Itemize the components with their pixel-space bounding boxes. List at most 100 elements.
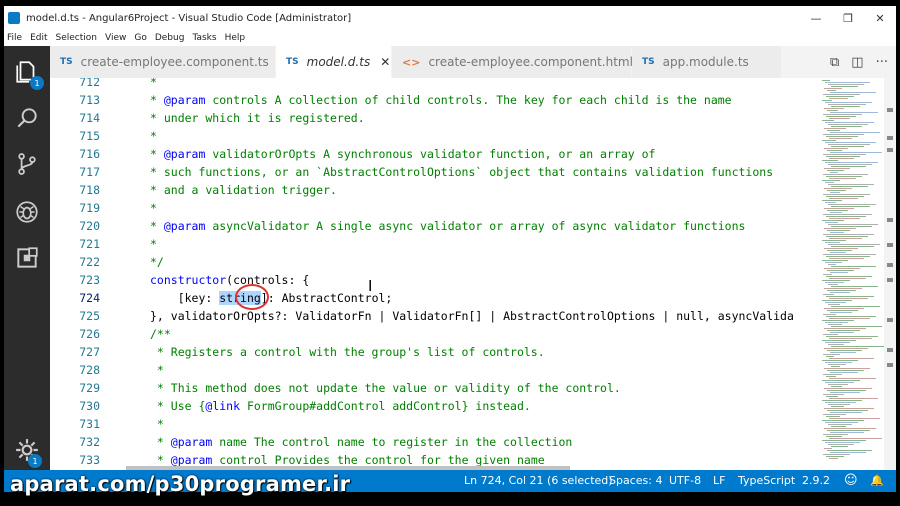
- code-line[interactable]: * and a validation trigger.: [150, 181, 337, 199]
- line-number: 730: [79, 399, 100, 413]
- minimap-line: [823, 194, 870, 195]
- minimap-line: [825, 362, 852, 363]
- extensions-button[interactable]: [4, 236, 50, 280]
- line-number: 721: [79, 237, 100, 251]
- tab-app-module-ts[interactable]: TS app.module.ts: [632, 46, 782, 78]
- code-line[interactable]: * Registers a control with the group's l…: [150, 343, 545, 361]
- vertical-scrollbar[interactable]: [884, 78, 896, 470]
- tab-create-employee-component-html[interactable]: <> create-employee.component.html: [392, 46, 633, 78]
- minimap-line: [827, 390, 866, 391]
- code-token: *: [150, 219, 164, 233]
- code-line[interactable]: constructor(controls: {: [150, 271, 309, 289]
- html-file-icon: <>: [402, 55, 421, 69]
- code-line[interactable]: * @param asyncValidator A single async v…: [150, 217, 745, 235]
- source-control-button[interactable]: [4, 142, 50, 186]
- minimap-line: [828, 244, 880, 245]
- menu-selection[interactable]: Selection: [56, 33, 97, 43]
- code-line[interactable]: *: [150, 235, 157, 253]
- menu-tasks[interactable]: Tasks: [192, 33, 216, 43]
- minimap-line: [831, 326, 882, 327]
- minimap-line: [828, 364, 846, 365]
- code-line[interactable]: * @param validatorOrOpts A synchronous v…: [150, 145, 655, 163]
- code-line[interactable]: * @param name The control name to regist…: [150, 433, 572, 451]
- minimap-line: [826, 96, 854, 97]
- code-line[interactable]: *: [150, 361, 164, 379]
- menu-view[interactable]: View: [105, 33, 126, 43]
- code-line[interactable]: }, validatorOrOpts?: ValidatorFn | Valid…: [150, 307, 794, 325]
- feedback-icon[interactable]: ☺: [844, 470, 858, 492]
- minimap-line: [830, 412, 862, 413]
- minimap-line: [827, 410, 868, 411]
- split-editor-icon[interactable]: ◫: [851, 55, 863, 70]
- minimap-line: [827, 210, 848, 211]
- cursor-position[interactable]: Ln 724, Col 21 (6 selected): [464, 470, 613, 492]
- language-mode[interactable]: TypeScript: [738, 470, 795, 492]
- minimap-line: [828, 124, 868, 125]
- code-token: validatorOrOpts A synchronous validator …: [205, 147, 656, 161]
- bell-icon[interactable]: 🔔: [870, 470, 884, 492]
- code-line[interactable]: * under which it is registered.: [150, 109, 365, 127]
- menu-go[interactable]: Go: [134, 33, 146, 43]
- debug-button[interactable]: [4, 190, 50, 234]
- code-token: *: [150, 93, 164, 107]
- code-line[interactable]: [key: string]: AbstractControl;: [150, 289, 392, 307]
- tab-model-d-ts[interactable]: TS model.d.ts ✕: [276, 46, 392, 78]
- code-line[interactable]: * Use {@link FormGroup#addControl addCon…: [150, 397, 531, 415]
- menu-file[interactable]: File: [7, 33, 22, 43]
- menu-bar: File Edit Selection View Go Debug Tasks …: [4, 30, 896, 46]
- code-line[interactable]: * @param controls A collection of child …: [150, 91, 732, 109]
- minimap-line: [822, 140, 836, 141]
- close-icon[interactable]: ✕: [380, 55, 390, 69]
- code-line[interactable]: /**: [150, 325, 171, 343]
- line-number-gutter: 712 713 714 715 716 717 718 719 720 721 722 723 724 7…: [50, 78, 106, 470]
- line-number: 716: [79, 147, 100, 161]
- code-line[interactable]: * This method does not update the value …: [150, 379, 621, 397]
- editor-tabs: TS create-employee.component.ts ● TS mod…: [50, 46, 896, 78]
- minimap-line: [826, 276, 872, 277]
- tab-create-employee-component-ts[interactable]: TS create-employee.component.ts ●: [50, 46, 289, 78]
- open-changes-icon[interactable]: ⧉: [830, 55, 839, 70]
- minimize-button[interactable]: —: [800, 6, 832, 30]
- minimap-line: [823, 94, 860, 95]
- code-line[interactable]: * such functions, or an `AbstractControl…: [150, 163, 773, 181]
- code-line[interactable]: *: [150, 127, 157, 145]
- menu-debug[interactable]: Debug: [155, 33, 185, 43]
- encoding[interactable]: UTF-8: [669, 470, 701, 492]
- minimap-line: [826, 336, 878, 337]
- code-token: name The control name to register in the…: [212, 435, 573, 449]
- menu-edit[interactable]: Edit: [30, 33, 47, 43]
- manage-button[interactable]: 1: [4, 428, 50, 472]
- minimap-line: [824, 328, 866, 329]
- code-line[interactable]: *: [150, 415, 164, 433]
- menu-help[interactable]: Help: [225, 33, 246, 43]
- minimap-line: [822, 200, 842, 201]
- minimap-line: [829, 358, 874, 359]
- search-button[interactable]: [4, 96, 50, 140]
- restore-button[interactable]: ❐: [832, 6, 864, 30]
- minimap-line: [824, 188, 852, 189]
- code-area[interactable]: * * @param controls A collection of child…: [150, 78, 818, 470]
- tab-label: create-employee.component.ts: [80, 55, 269, 69]
- code-line[interactable]: *: [150, 78, 157, 91]
- minimap-line: [830, 332, 854, 333]
- line-number: 718: [79, 183, 100, 197]
- minimap-line: [831, 166, 866, 167]
- minimap-line: [825, 422, 858, 423]
- scrollbar-marker: [887, 363, 893, 367]
- indentation[interactable]: Spaces: 4: [609, 470, 662, 492]
- line-number: 727: [79, 345, 100, 359]
- minimap-line: [830, 232, 844, 233]
- typescript-version[interactable]: 2.9.2: [802, 470, 830, 492]
- minimap-line: [830, 92, 876, 93]
- line-ending[interactable]: LF: [713, 470, 725, 492]
- minimap-line: [828, 344, 844, 345]
- code-token: *: [150, 363, 164, 377]
- close-window-button[interactable]: ✕: [864, 6, 896, 30]
- minimap[interactable]: [818, 78, 884, 470]
- code-editor[interactable]: 712 713 714 715 716 717 718 719 720 721 722 723 724 7…: [50, 78, 818, 470]
- explorer-button[interactable]: 1: [4, 50, 50, 94]
- code-line[interactable]: */: [150, 253, 164, 271]
- minimap-line: [829, 198, 858, 199]
- more-actions-icon[interactable]: ···: [876, 55, 888, 70]
- code-line[interactable]: *: [150, 199, 157, 217]
